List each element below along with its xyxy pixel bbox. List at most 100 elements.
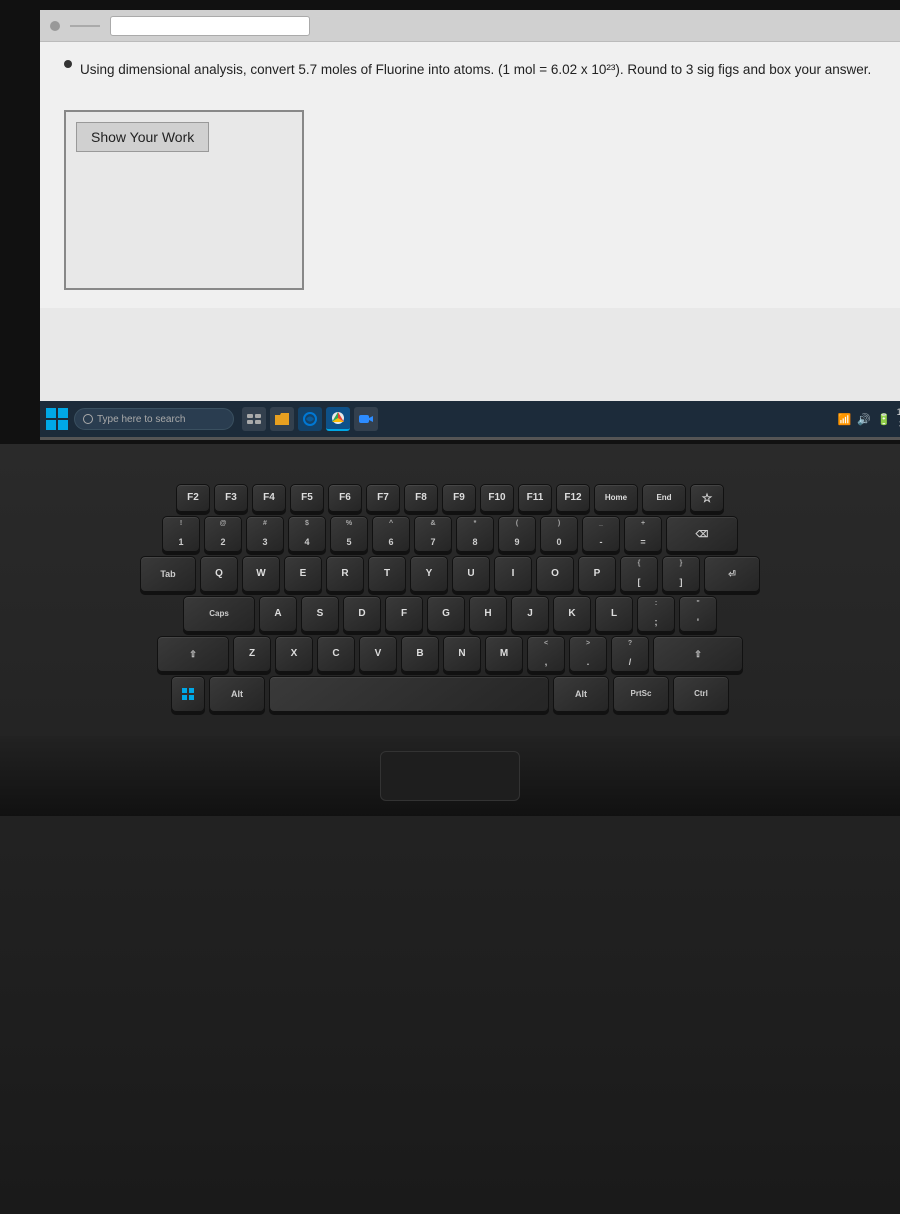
key-shift-left[interactable]: ⇧: [157, 636, 229, 672]
key-f7[interactable]: F7: [366, 484, 400, 512]
key-rbracket[interactable]: }]: [662, 556, 700, 592]
key-5[interactable]: %5: [330, 516, 368, 552]
key-a[interactable]: A: [259, 596, 297, 632]
key-m[interactable]: M: [485, 636, 523, 672]
key-f8[interactable]: F8: [404, 484, 438, 512]
show-work-button[interactable]: Show Your Work: [76, 122, 209, 152]
key-6[interactable]: ^6: [372, 516, 410, 552]
key-lbracket[interactable]: {[: [620, 556, 658, 592]
key-ctrl-right[interactable]: Ctrl: [673, 676, 729, 712]
key-f6[interactable]: F6: [328, 484, 362, 512]
key-0[interactable]: )0: [540, 516, 578, 552]
key-semicolon[interactable]: :;: [637, 596, 675, 632]
browser-line: [70, 25, 100, 27]
key-4[interactable]: $4: [288, 516, 326, 552]
key-t[interactable]: T: [368, 556, 406, 592]
number-row: !1 @2 #3 $4 %5 ^6 &7 *8 (9 )0 _- += ⌫: [162, 516, 738, 552]
key-alt-left[interactable]: Alt: [209, 676, 265, 712]
key-u[interactable]: U: [452, 556, 490, 592]
key-p[interactable]: P: [578, 556, 616, 592]
key-n[interactable]: N: [443, 636, 481, 672]
key-shift-right[interactable]: ⇧: [653, 636, 743, 672]
key-f11[interactable]: F11: [518, 484, 552, 512]
question-text: Using dimensional analysis, convert 5.7 …: [80, 60, 871, 80]
zoom-icon[interactable]: [354, 407, 378, 431]
address-bar[interactable]: [110, 16, 310, 36]
key-quote[interactable]: "': [679, 596, 717, 632]
key-f5[interactable]: F5: [290, 484, 324, 512]
key-enter[interactable]: ⏎: [704, 556, 760, 592]
key-minus[interactable]: _-: [582, 516, 620, 552]
key-f4[interactable]: F4: [252, 484, 286, 512]
key-g[interactable]: G: [427, 596, 465, 632]
key-q[interactable]: Q: [200, 556, 238, 592]
key-equals[interactable]: +=: [624, 516, 662, 552]
task-view-icon[interactable]: [242, 407, 266, 431]
laptop-screen: Using dimensional analysis, convert 5.7 …: [40, 10, 900, 440]
key-r[interactable]: R: [326, 556, 364, 592]
key-f9[interactable]: F9: [442, 484, 476, 512]
key-f12[interactable]: F12: [556, 484, 590, 512]
key-f2[interactable]: F2: [176, 484, 210, 512]
function-key-row: F2 F3 F4 F5 F6 F7 F8 F9 F10 F11 F12 Home…: [176, 484, 724, 512]
key-e[interactable]: E: [284, 556, 322, 592]
key-f[interactable]: F: [385, 596, 423, 632]
key-k[interactable]: K: [553, 596, 591, 632]
key-caps[interactable]: Caps: [183, 596, 255, 632]
screen-bezel: Using dimensional analysis, convert 5.7 …: [0, 0, 900, 444]
chrome-icon[interactable]: [326, 407, 350, 431]
clock-time: 11:16 AM: [897, 407, 900, 419]
key-v[interactable]: V: [359, 636, 397, 672]
system-tray: 📶 🔊 🔋 11:16 AM 3/4/2021: [838, 407, 900, 430]
key-alt-right[interactable]: Alt: [553, 676, 609, 712]
key-backspace[interactable]: ⌫: [666, 516, 738, 552]
taskbar-search[interactable]: Type here to search: [74, 408, 234, 430]
key-9[interactable]: (9: [498, 516, 536, 552]
key-star[interactable]: ☆: [690, 484, 724, 512]
key-3[interactable]: #3: [246, 516, 284, 552]
laptop-body: F2 F3 F4 F5 F6 F7 F8 F9 F10 F11 F12 Home…: [0, 444, 900, 1214]
clock-date: 3/4/2021: [897, 419, 900, 431]
key-h[interactable]: H: [469, 596, 507, 632]
key-slash[interactable]: ?/: [611, 636, 649, 672]
key-1[interactable]: !1: [162, 516, 200, 552]
key-w[interactable]: W: [242, 556, 280, 592]
key-l[interactable]: L: [595, 596, 633, 632]
key-prtsc[interactable]: PrtSc: [613, 676, 669, 712]
taskbar-search-text: Type here to search: [97, 414, 185, 425]
key-end[interactable]: End: [642, 484, 686, 512]
key-7[interactable]: &7: [414, 516, 452, 552]
asdf-row: Caps A S D F G H J K L :; "': [183, 596, 717, 632]
key-space[interactable]: [269, 676, 549, 712]
key-b[interactable]: B: [401, 636, 439, 672]
network-icon: 📶: [838, 413, 852, 426]
key-tab[interactable]: Tab: [140, 556, 196, 592]
key-2[interactable]: @2: [204, 516, 242, 552]
key-z[interactable]: Z: [233, 636, 271, 672]
key-d[interactable]: D: [343, 596, 381, 632]
key-comma[interactable]: <,: [527, 636, 565, 672]
file-explorer-icon[interactable]: [270, 407, 294, 431]
key-windows[interactable]: [171, 676, 205, 712]
key-i[interactable]: I: [494, 556, 532, 592]
key-x[interactable]: X: [275, 636, 313, 672]
system-clock[interactable]: 11:16 AM 3/4/2021: [897, 407, 900, 430]
start-tile-4: [58, 420, 68, 430]
bullet-icon: [64, 60, 72, 68]
touchpad[interactable]: [380, 751, 520, 801]
key-s[interactable]: S: [301, 596, 339, 632]
key-c[interactable]: C: [317, 636, 355, 672]
key-8[interactable]: *8: [456, 516, 494, 552]
key-f10[interactable]: F10: [480, 484, 514, 512]
key-period[interactable]: >.: [569, 636, 607, 672]
key-f3[interactable]: F3: [214, 484, 248, 512]
browser-icon-1[interactable]: [298, 407, 322, 431]
start-tile-2: [58, 408, 68, 418]
key-j[interactable]: J: [511, 596, 549, 632]
key-o[interactable]: O: [536, 556, 574, 592]
start-button[interactable]: [46, 408, 68, 430]
key-home[interactable]: Home: [594, 484, 638, 512]
key-y[interactable]: Y: [410, 556, 448, 592]
browser-bar: [40, 10, 900, 42]
zxcv-row: ⇧ Z X C V B N M <, >. ?/ ⇧: [157, 636, 743, 672]
